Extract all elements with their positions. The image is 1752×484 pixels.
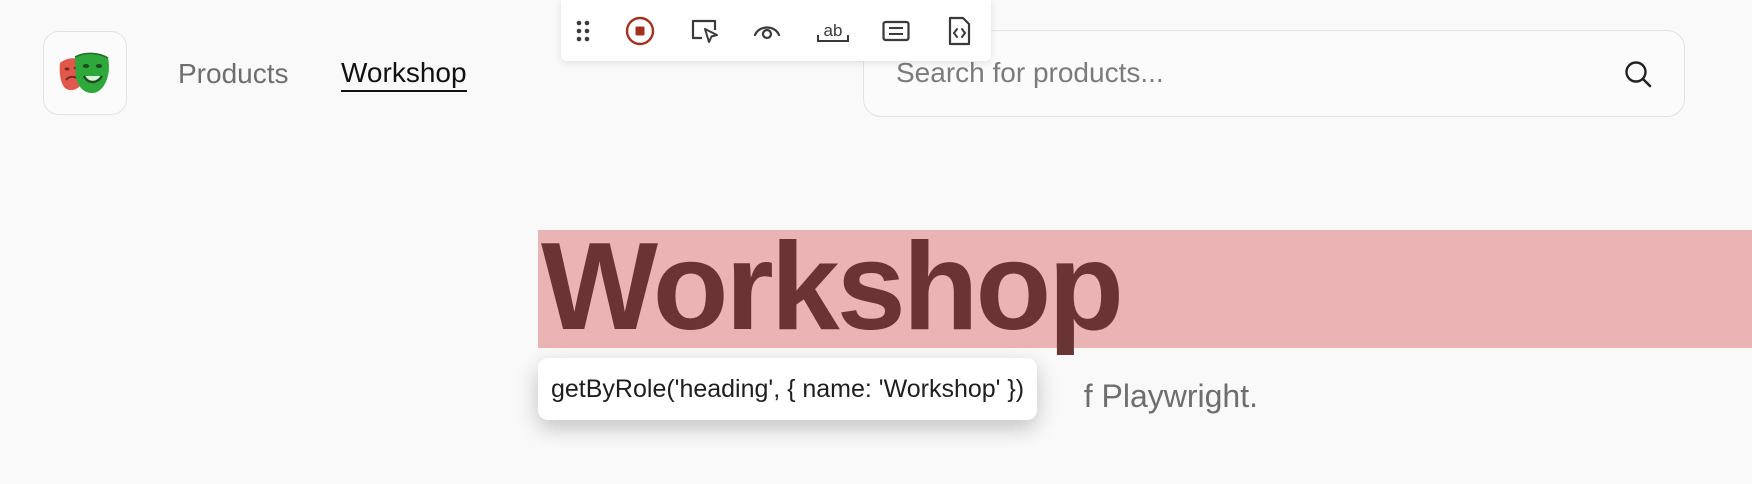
assert-text-button[interactable]: ab [815,14,851,48]
search-button[interactable] [1622,58,1654,90]
nav-link-products[interactable]: Products [178,56,289,92]
pick-locator-button[interactable] [687,14,721,48]
assert-value-button[interactable] [879,14,913,48]
drag-handle[interactable] [566,14,600,48]
assert-snapshot-icon [948,16,971,46]
page-heading: Workshop [541,218,1124,356]
locator-tooltip: getByRole('heading', { name: 'Workshop' … [538,358,1038,420]
page: Products Workshop Search for products...… [0,0,1752,484]
search-icon [1625,61,1652,88]
assert-visibility-button[interactable] [750,14,784,48]
stop-recording-icon [625,16,655,46]
nav-link-workshop[interactable]: Workshop [341,56,467,92]
drag-handle-icon [576,20,590,42]
svg-text:ab: ab [824,21,843,40]
recorder-toolbar: ab [561,0,991,61]
logo-button[interactable] [43,31,127,115]
pick-locator-icon [691,19,718,43]
playwright-masks-logo [59,52,109,94]
search-input[interactable] [896,31,1576,115]
assert-snapshot-button[interactable] [942,14,976,48]
assert-text-icon: ab [817,21,849,42]
assert-value-icon [882,20,910,42]
assert-visibility-icon [753,26,781,40]
stop-recording-button[interactable] [623,14,657,48]
